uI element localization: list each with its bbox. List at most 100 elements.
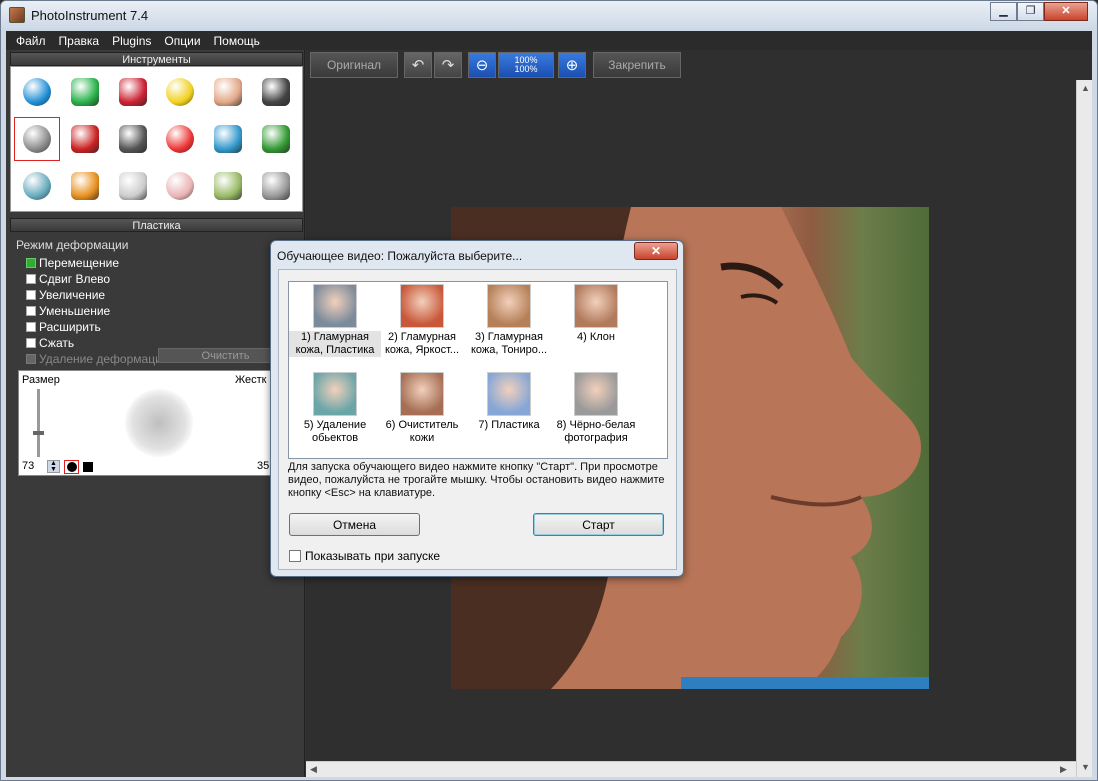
- scroll-down-icon[interactable]: ▼: [1081, 762, 1090, 772]
- video-label: 5) Удаление обьектов: [303, 419, 367, 444]
- option-compress[interactable]: Сжать: [26, 336, 74, 350]
- title-bar: PhotoInstrument 7.4 ▁ ❐ ✕: [1, 1, 1097, 30]
- video-item[interactable]: 6) Очиститель кожи: [376, 372, 468, 445]
- water-drop-icon: [22, 78, 51, 107]
- cone-icon: [70, 78, 99, 107]
- scroll-up-icon[interactable]: ▲: [1081, 83, 1090, 93]
- size-spinner-icon[interactable]: ▲ ▼: [47, 460, 60, 473]
- size-label: Размер: [22, 374, 60, 386]
- fix-button[interactable]: Закрепить: [593, 52, 681, 78]
- redo-icon[interactable]: ↷: [434, 52, 462, 78]
- stamp-icon: [166, 78, 195, 107]
- tool-brush[interactable]: [13, 162, 61, 209]
- tool-eraser[interactable]: [156, 162, 204, 209]
- tool-shield[interactable]: [13, 116, 61, 163]
- pencils-icon: [118, 78, 147, 107]
- tool-pencils[interactable]: [109, 69, 157, 116]
- tutorial-dialog: Обучающее видео: Пожалуйста выберите... …: [270, 240, 684, 577]
- close-button[interactable]: ✕: [1044, 2, 1088, 21]
- tv-icon: [214, 171, 243, 200]
- checkbox-icon[interactable]: [26, 338, 36, 348]
- video-thumbnail: [400, 372, 444, 416]
- undo-icon[interactable]: ↶: [404, 52, 432, 78]
- tool-bulb[interactable]: [109, 162, 157, 209]
- tool-lines[interactable]: [204, 116, 252, 163]
- bulb-icon: [118, 171, 147, 200]
- tool-stamp[interactable]: [156, 69, 204, 116]
- tools-panel-title: Инструменты: [10, 52, 303, 66]
- zoom-in-icon[interactable]: ⊕: [558, 52, 586, 78]
- video-item[interactable]: 7) Пластика: [463, 372, 555, 432]
- video-item[interactable]: 5) Удаление обьектов: [289, 372, 381, 445]
- option-shift-left[interactable]: Сдвиг Влево: [26, 272, 110, 286]
- scroll-right-icon[interactable]: ▶: [1060, 764, 1067, 775]
- menu-file[interactable]: Файл: [16, 34, 46, 48]
- text-icon: [262, 171, 291, 200]
- round-brush-icon[interactable]: [64, 460, 79, 474]
- checkbox-icon[interactable]: [26, 290, 36, 300]
- tool-water-drop[interactable]: [13, 69, 61, 116]
- start-button[interactable]: Старт: [533, 513, 664, 536]
- video-item[interactable]: 2) Гламурная кожа, Яркост...: [376, 284, 468, 357]
- menu-plugins[interactable]: Plugins: [112, 34, 151, 48]
- zoom-out-icon[interactable]: ⊖: [468, 52, 496, 78]
- video-thumbnail: [313, 284, 357, 328]
- checkbox-icon[interactable]: [26, 354, 36, 364]
- minimize-button[interactable]: ▁: [990, 2, 1017, 21]
- tool-cone[interactable]: [61, 69, 109, 116]
- brush-preview: [125, 389, 193, 457]
- checkbox-icon[interactable]: [26, 274, 36, 284]
- video-item[interactable]: 1) Гламурная кожа, Пластика: [289, 284, 381, 357]
- menu-options[interactable]: Опции: [164, 34, 200, 48]
- instructions-text: Для запуска обучающего видео нажмите кно…: [288, 461, 665, 499]
- menu-help[interactable]: Помощь: [214, 34, 260, 48]
- option-expand[interactable]: Расширить: [26, 320, 101, 334]
- tool-pin[interactable]: [252, 69, 300, 116]
- checkbox-icon[interactable]: [26, 258, 36, 268]
- original-button[interactable]: Оригинал: [310, 52, 398, 78]
- tool-finger[interactable]: [204, 69, 252, 116]
- tool-bottle[interactable]: [61, 162, 109, 209]
- square-brush-icon[interactable]: [83, 462, 93, 472]
- size-slider-handle[interactable]: [33, 431, 44, 435]
- eye-icon: [70, 124, 99, 153]
- tool-palette[interactable]: [156, 116, 204, 163]
- video-label: 4) Клон: [577, 331, 615, 343]
- video-thumbnail: [574, 372, 618, 416]
- cancel-button[interactable]: Отмена: [289, 513, 420, 536]
- video-thumbnail: [313, 372, 357, 416]
- scroll-left-icon[interactable]: ◀: [310, 764, 317, 775]
- tool-tv[interactable]: [204, 162, 252, 209]
- dialog-title: Обучающее видео: Пожалуйста выберите...: [277, 249, 523, 263]
- tool-text[interactable]: [252, 162, 300, 209]
- menu-edit[interactable]: Правка: [59, 34, 100, 48]
- show-on-start-checkbox[interactable]: Показывать при запуске: [289, 549, 440, 563]
- option-undo-deformation[interactable]: Удаление деформации: [26, 352, 168, 366]
- video-item[interactable]: 8) Чёрно-белая фотография: [550, 372, 642, 445]
- checkbox-icon[interactable]: [26, 322, 36, 332]
- dialog-close-button[interactable]: ✕: [634, 242, 678, 260]
- tool-clone-scissors[interactable]: [252, 116, 300, 163]
- eraser-icon: [166, 171, 195, 200]
- window-title: PhotoInstrument 7.4: [31, 8, 149, 23]
- tool-eye[interactable]: [61, 116, 109, 163]
- gradient-icon: [118, 124, 147, 153]
- horizontal-scrollbar[interactable]: ◀ ▶: [306, 761, 1076, 777]
- video-item[interactable]: 4) Клон: [550, 284, 642, 344]
- size-slider[interactable]: [37, 389, 40, 457]
- deformation-mode-label: Режим деформации: [16, 238, 129, 252]
- plastic-panel-title: Пластика: [10, 218, 303, 232]
- vertical-scrollbar[interactable]: ▲ ▼: [1076, 80, 1092, 777]
- option-shrink[interactable]: Уменьшение: [26, 304, 110, 318]
- size-value[interactable]: 73: [22, 460, 35, 472]
- video-item[interactable]: 3) Гламурная кожа, Тониро...: [463, 284, 555, 357]
- zoom-100-icon[interactable]: 100% 100%: [498, 52, 554, 78]
- maximize-button[interactable]: ❐: [1017, 2, 1044, 21]
- tool-gradient[interactable]: [109, 116, 157, 163]
- hardness-value[interactable]: 35: [257, 460, 270, 472]
- checkbox-icon[interactable]: [26, 306, 36, 316]
- option-enlarge[interactable]: Увеличение: [26, 288, 105, 302]
- option-move[interactable]: Перемещение: [26, 256, 119, 270]
- pin-icon: [262, 78, 291, 107]
- checkbox-icon[interactable]: [289, 550, 301, 562]
